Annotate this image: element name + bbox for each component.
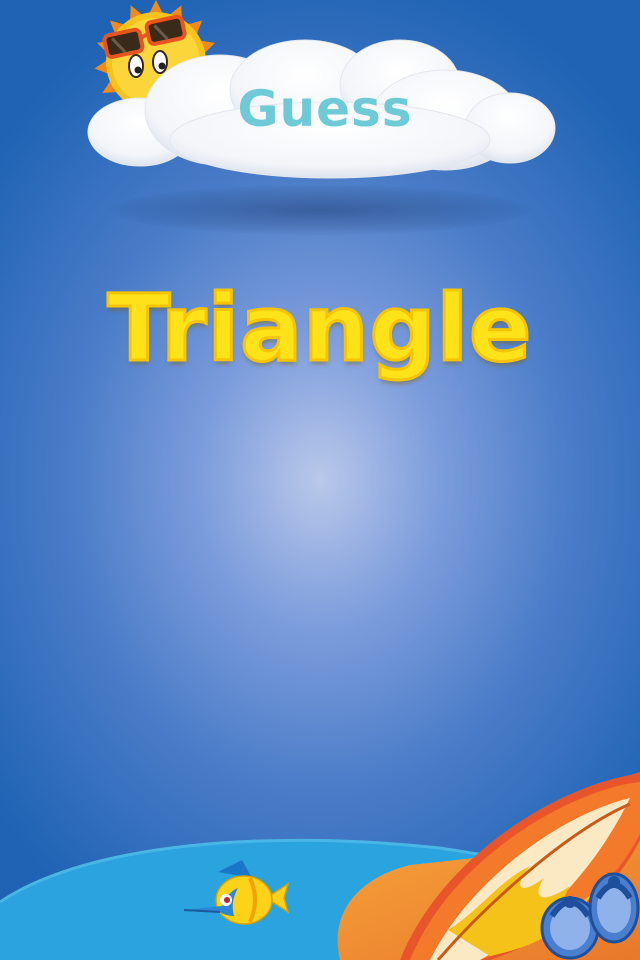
- cloud-shadow: [110, 185, 530, 235]
- fish-icon: [183, 860, 290, 925]
- target-word: Triangle: [106, 274, 533, 384]
- guess-title: Guess: [237, 80, 413, 138]
- game-screen: Guess Triangle: [0, 0, 640, 960]
- flip-flops-icon: [540, 872, 640, 960]
